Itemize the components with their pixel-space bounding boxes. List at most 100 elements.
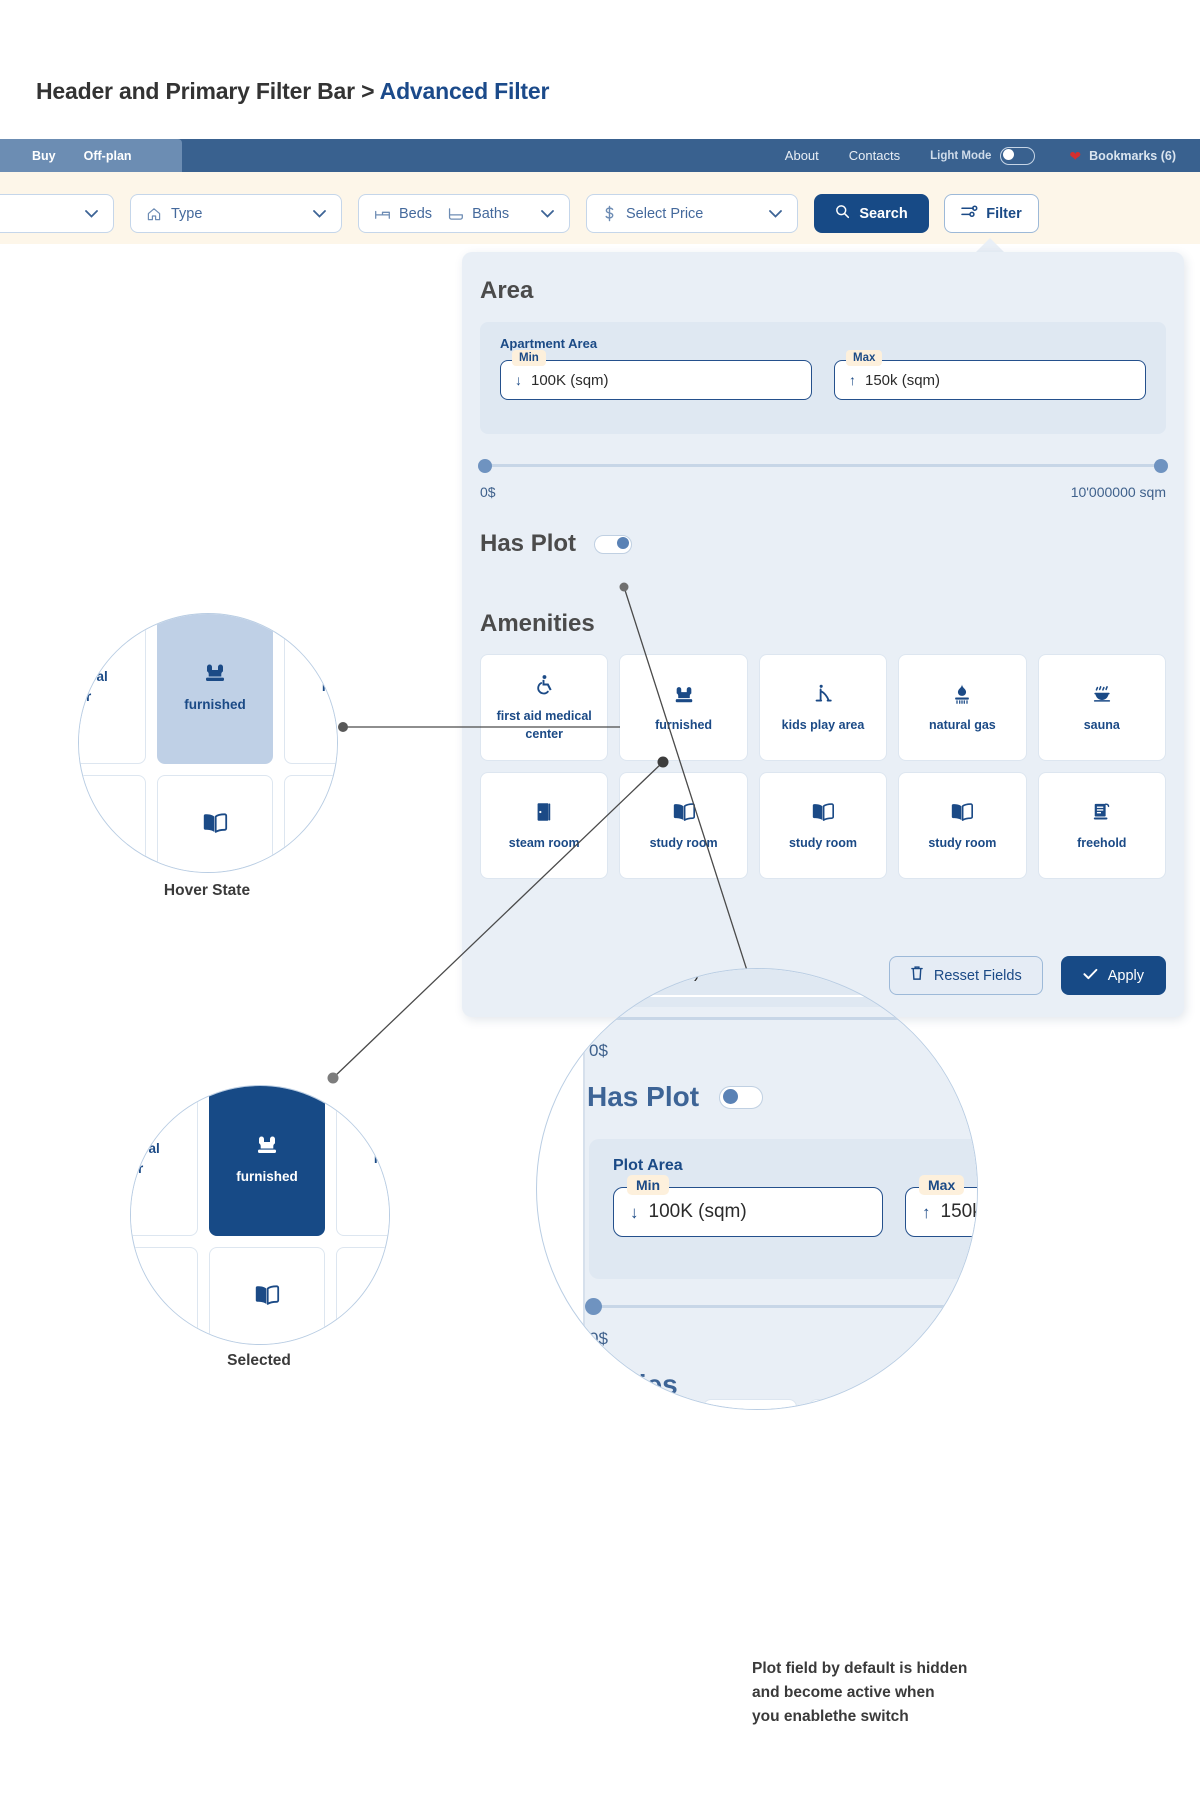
amenity-card-freehold[interactable]: freehold — [1037, 772, 1166, 879]
search-button-label: Search — [859, 205, 908, 222]
baths-label: Baths — [472, 205, 510, 222]
mini-card-label-2: r — [138, 1161, 144, 1176]
amenity-label: steam room — [508, 835, 580, 850]
dollar-icon — [602, 205, 617, 222]
amenity-card-steam-room[interactable]: steam room — [480, 772, 609, 879]
apartment-area-card: Apartment Area Min ↓ 100K (sqm) Max ↑ 15… — [480, 322, 1166, 434]
tab-offplan[interactable]: Off-plan — [84, 149, 132, 163]
apply-button[interactable]: Apply — [1060, 956, 1166, 995]
price-label: Select Price — [626, 205, 704, 222]
has-plot-label: Has Plot — [480, 530, 577, 557]
slider-handle-min[interactable] — [585, 1298, 602, 1315]
apartment-area-inputs: Min ↓ 100K (sqm) Max ↑ 150k (sqm) — [500, 350, 1146, 400]
caption-line-2: and become active when — [752, 1684, 935, 1702]
chevron-down-icon — [541, 208, 554, 220]
mini-card-row2-b[interactable] — [157, 775, 273, 872]
amenities-section-title: Amenities — [480, 610, 595, 637]
caption-line-3: you enablethe switch — [752, 1708, 909, 1726]
beds-baths-select[interactable]: Beds Baths — [358, 194, 570, 233]
check-icon — [1083, 967, 1098, 985]
amenity-label: first aid medical center — [496, 708, 592, 741]
caption-line-1: Plot field by default is hidden — [752, 1660, 968, 1677]
baths-group: Baths — [441, 206, 509, 222]
amenity-card-first-aid-medical-center[interactable]: first aid medical center — [480, 654, 609, 761]
mini-card-kids-play[interactable]: kids p — [283, 614, 337, 764]
has-plot-toggle[interactable] — [594, 534, 633, 554]
book-icon — [254, 1282, 280, 1308]
amenity-card-sauna[interactable]: sauna — [1037, 654, 1166, 761]
mini-card-furnished-hover[interactable]: furnished — [157, 614, 273, 764]
location-select[interactable] — [0, 194, 114, 233]
hover-state-zoom-circle: edical r furnished kids p — [78, 613, 338, 873]
amenity-card[interactable] — [597, 1399, 691, 1409]
min-badge: Min — [627, 1175, 670, 1195]
amenity-card-kids-play-area[interactable]: kids play area — [758, 654, 888, 761]
apartment-area-max-field: Max ↑ 150k (sqm) — [834, 350, 1146, 400]
plot-zoom-has-plot-row: Has Plot — [587, 1081, 764, 1113]
mini-card-label: furnished — [184, 697, 246, 713]
type-select[interactable]: Type — [130, 194, 342, 233]
mini-card-row2-c[interactable] — [335, 1247, 389, 1344]
plot-zoom-content: K (sqm) 0$ Has Plot Plot Area Min ↓ 100K… — [537, 969, 977, 1409]
mini-card-row2-c[interactable] — [283, 775, 337, 872]
light-mode-control[interactable]: Light Mode — [930, 146, 1036, 165]
mini-card-row2-b[interactable] — [209, 1247, 325, 1344]
sliders-icon — [961, 204, 978, 224]
mini-card-row2-a[interactable] — [79, 775, 147, 872]
plot-zoom-has-plot-toggle[interactable] — [719, 1085, 764, 1109]
search-button[interactable]: Search — [814, 194, 929, 233]
plot-zoom-amenity-cards — [597, 1399, 977, 1409]
amenity-card-furnished[interactable]: furnished — [619, 654, 748, 761]
amenity-label: study room — [788, 835, 858, 850]
price-select[interactable]: Select Price — [586, 194, 798, 233]
apartment-area-max-value: 150k (sqm) — [865, 371, 941, 389]
amenity-card-study-room-3[interactable]: study room — [898, 772, 1027, 879]
amenity-card-natural-gas[interactable]: natural gas — [898, 654, 1027, 761]
bookmarks-button[interactable]: ❤ Bookmarks (6) — [1069, 149, 1176, 163]
apartment-area-min-field: Min ↓ 100K (sqm) — [500, 350, 812, 400]
slider-handle-min[interactable] — [585, 1010, 602, 1027]
amenity-label: study room — [649, 835, 718, 850]
plot-zoom-left-edge — [583, 969, 585, 1409]
steam-door-icon — [534, 799, 554, 825]
home-icon — [146, 206, 162, 222]
bookmarks-label: Bookmarks (6) — [1089, 148, 1176, 163]
mini-card-label: kids p — [321, 679, 337, 695]
amenity-card[interactable] — [703, 1399, 797, 1409]
slider-max-label: 10'000000 sqm — [1070, 484, 1166, 500]
amenity-card[interactable] — [915, 1399, 977, 1409]
mini-card-medical[interactable]: edical r — [130, 1086, 199, 1236]
apartment-area-min-value: 100K (sqm) — [531, 371, 609, 389]
apply-button-label: Apply — [1107, 967, 1144, 984]
slider-handle-min[interactable] — [478, 459, 492, 473]
has-plot-row: Has Plot — [480, 530, 633, 558]
plot-zoom-has-plot-label: Has Plot — [587, 1081, 700, 1112]
apartment-area-min-input[interactable]: ↓ 100K (sqm) — [500, 360, 812, 400]
nav-link-about[interactable]: About — [785, 148, 819, 163]
sauna-icon — [1091, 681, 1113, 707]
mini-card-furnished-selected[interactable]: furnished — [209, 1086, 325, 1236]
advanced-filter-panel: Area Apartment Area Min ↓ 100K (sqm) Max… — [462, 252, 1184, 1017]
mini-card-row2-a[interactable] — [131, 1247, 199, 1344]
plot-area-card: Plot Area Min ↓ 100K (sqm) Max ↑ 150k ( — [589, 1139, 977, 1279]
armchair-icon — [672, 681, 696, 707]
toggle-knob — [1003, 149, 1015, 161]
tab-buy[interactable]: Buy — [32, 149, 56, 163]
toggle-knob — [617, 537, 630, 549]
nav-link-contacts[interactable]: Contacts — [849, 148, 900, 163]
scroll-icon — [1092, 799, 1112, 825]
apartment-area-max-input[interactable]: ↑ 150k (sqm) — [834, 360, 1146, 400]
amenity-card-study-room-1[interactable]: study room — [619, 772, 748, 879]
toggle-knob — [723, 1088, 739, 1104]
plot-zoom-amenities-text: enities — [589, 1369, 678, 1400]
mini-card-kids-play[interactable]: kids p — [335, 1086, 389, 1236]
chevron-down-icon — [85, 208, 98, 220]
apartment-area-label: Apartment Area — [500, 336, 598, 351]
amenity-card[interactable] — [809, 1399, 903, 1409]
mini-card-medical[interactable]: edical r — [79, 614, 147, 764]
mini-card-label: edical — [130, 1141, 160, 1157]
slider-handle-max[interactable] — [1154, 459, 1168, 473]
filter-button[interactable]: Filter — [944, 194, 1039, 233]
amenity-card-study-room-2[interactable]: study room — [758, 772, 888, 879]
light-mode-toggle[interactable] — [1000, 146, 1036, 165]
